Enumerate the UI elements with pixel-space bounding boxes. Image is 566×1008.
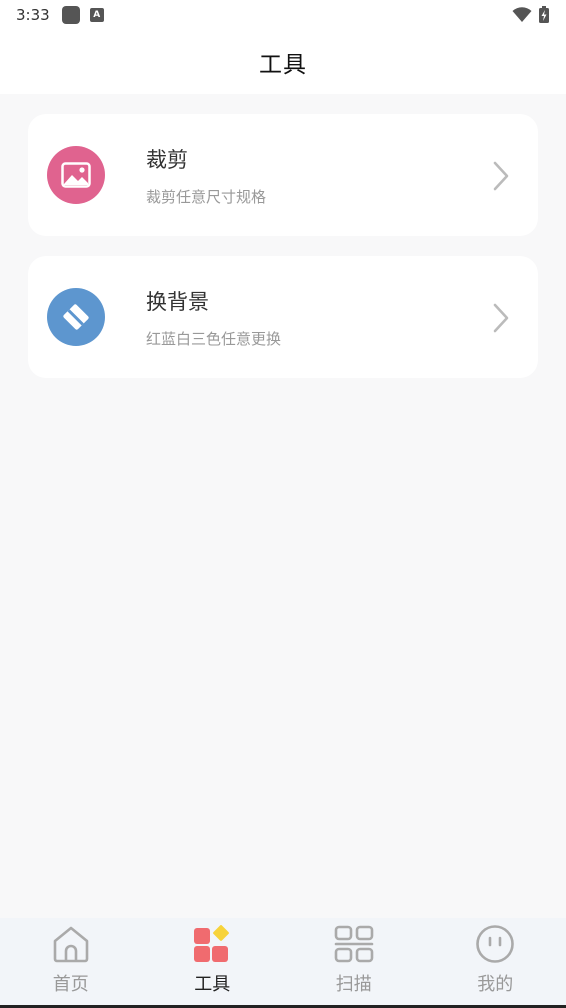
tools-icon (192, 924, 232, 964)
tool-card-background[interactable]: 换背景 红蓝白三色任意更换 (28, 256, 538, 378)
notification-a-icon: A (89, 8, 104, 22)
tool-subtitle: 裁剪任意尺寸规格 (146, 187, 267, 206)
tool-subtitle: 红蓝白三色任意更换 (146, 329, 282, 348)
notification-app-icon (61, 6, 80, 24)
image-icon (61, 162, 91, 188)
chevron-right-icon (493, 303, 509, 333)
nav-label: 首页 (52, 974, 89, 995)
nav-item-home[interactable]: 首页 (0, 918, 142, 1008)
tool-icon-circle (47, 146, 105, 204)
battery-icon (539, 6, 549, 23)
page-title: 工具 (259, 52, 307, 78)
nav-item-tools[interactable]: 工具 (142, 918, 284, 1008)
status-time: 3:33 (16, 6, 50, 24)
nav-item-profile[interactable]: 我的 (425, 918, 566, 1008)
profile-icon (475, 924, 515, 964)
tool-card-crop[interactable]: 裁剪 裁剪任意尺寸规格 (28, 114, 538, 236)
status-right (512, 6, 550, 24)
eraser-icon (63, 304, 89, 330)
bottom-nav: 首页 工具 扫描 我的 (0, 918, 566, 1008)
scan-icon (334, 924, 374, 964)
app-header: 工具 (0, 30, 566, 94)
tool-icon-circle (47, 288, 105, 346)
tool-title: 换背景 (146, 289, 209, 314)
nav-label: 扫描 (335, 974, 372, 995)
nav-label: 我的 (477, 974, 514, 995)
tool-title: 裁剪 (146, 147, 188, 172)
home-icon (51, 924, 91, 964)
nav-item-scan[interactable]: 扫描 (283, 918, 425, 1008)
chevron-right-icon (493, 161, 509, 191)
nav-label: 工具 (194, 974, 231, 995)
wifi-icon (512, 7, 532, 22)
tools-screen: 3:33 A 工具 裁剪 裁剪任意尺寸规格 换背景 红蓝白三色任意更换 首页 工… (0, 0, 566, 1008)
status-bar: 3:33 A (0, 0, 566, 30)
tool-text: 换背景 红蓝白三色任意更换 (146, 286, 281, 349)
tool-text: 裁剪 裁剪任意尺寸规格 (146, 144, 266, 207)
